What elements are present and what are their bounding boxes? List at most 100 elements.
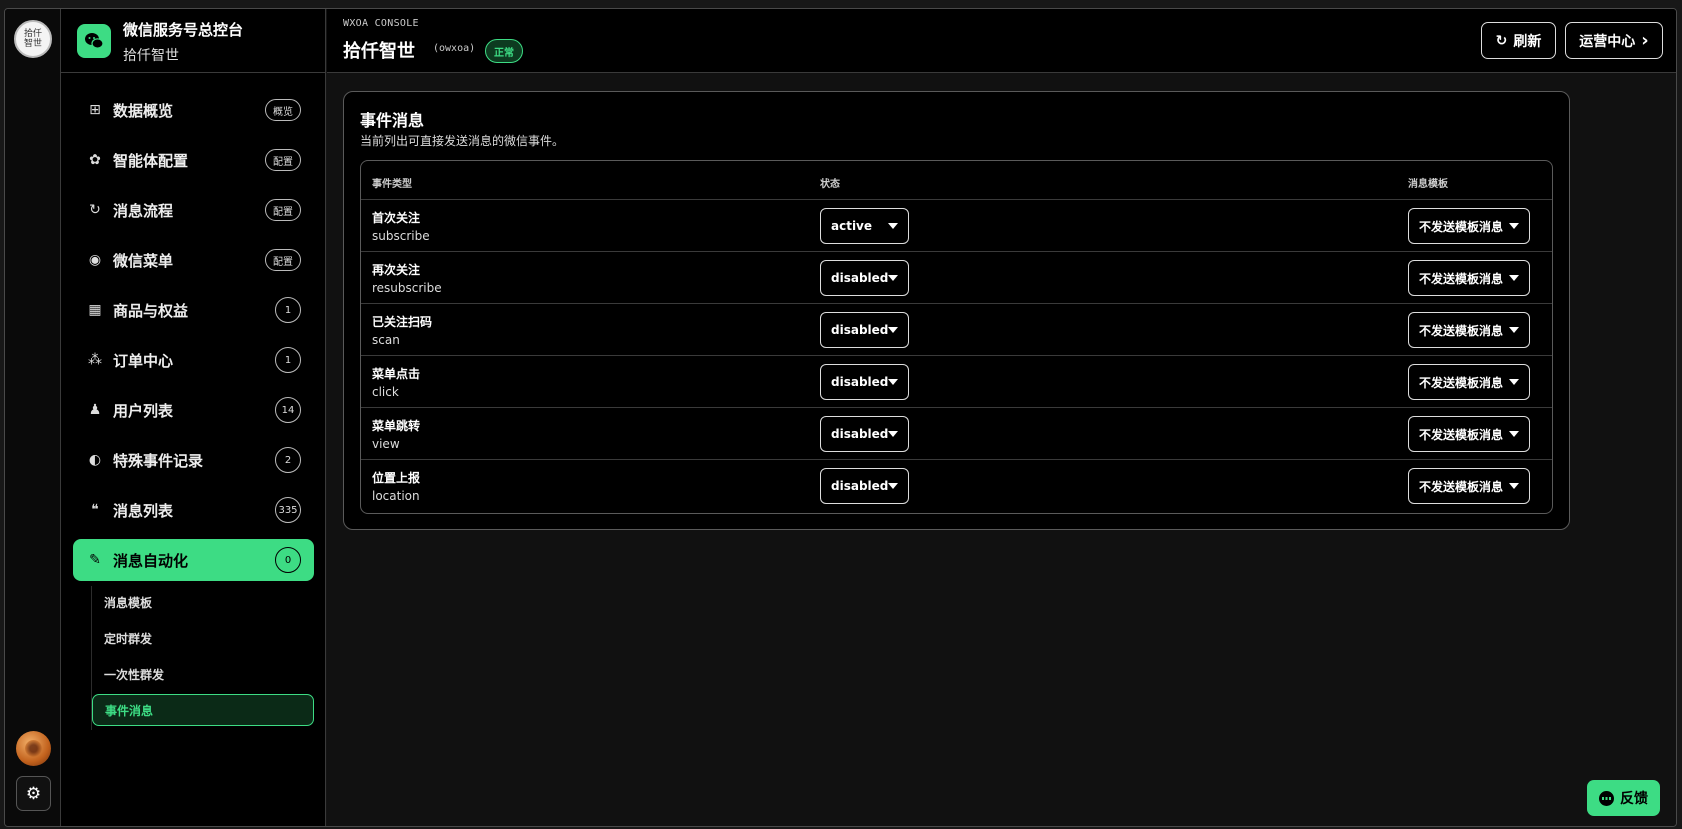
event-code: view	[372, 437, 400, 451]
status-select[interactable]: disabled	[820, 260, 909, 296]
feedback-button[interactable]: 反馈	[1587, 780, 1660, 816]
brand-title: 微信服务号总控台	[123, 21, 244, 39]
avatar[interactable]	[16, 731, 51, 766]
template-select[interactable]: 不发送模板消息	[1408, 468, 1530, 504]
template-select[interactable]: 不发送模板消息	[1408, 208, 1530, 244]
event-name: 再次关注	[372, 263, 421, 277]
template-select[interactable]: 不发送模板消息	[1408, 260, 1530, 296]
sidebar-item-8[interactable]: ❝ 消息列表 335	[73, 489, 314, 531]
sidebar-nav: ⊞ 数据概览 概览 ✿ 智能体配置 配置 ↻ 消息流程 配置 ◉ 微信菜单 配置 ▦ 商品与权益 1 ⁂ 订单中…	[73, 89, 314, 589]
nav-icon: ⁂	[88, 352, 102, 368]
caret-down-icon	[888, 379, 898, 385]
feedback-label: 反馈	[1620, 791, 1648, 807]
caret-down-icon	[888, 483, 898, 489]
status-badge: 正常	[485, 39, 523, 63]
page-title: 拾仟智世	[343, 41, 415, 62]
caret-down-icon	[1509, 483, 1519, 489]
app-window: 拾仟 智世 ⚙ 微信服务号总控台 拾仟智世 ⊞ 数据概览 概览 ✿ 智能体配置 配置 ↻ 消息…	[4, 8, 1677, 827]
template-select[interactable]: 不发送模板消息	[1408, 416, 1530, 452]
card-title: 事件消息	[360, 111, 425, 130]
settings-button[interactable]: ⚙	[16, 776, 51, 811]
sidebar-item-7[interactable]: ◐ 特殊事件记录 2	[73, 439, 314, 481]
template-select[interactable]: 不发送模板消息	[1408, 364, 1530, 400]
org-logo[interactable]: 拾仟 智世	[14, 20, 52, 58]
refresh-button[interactable]: ↻ 刷新	[1481, 22, 1556, 59]
caret-down-icon	[888, 275, 898, 281]
nav-badge: 1	[275, 297, 301, 323]
event-code: subscribe	[372, 229, 430, 243]
org-logo-text: 拾仟 智世	[23, 29, 42, 49]
table-row: 已关注扫码 scan disabled 不发送模板消息	[361, 304, 1552, 356]
status-select[interactable]: active	[820, 208, 909, 244]
ops-center-label: 运营中心	[1579, 33, 1636, 50]
sidebar-item-3[interactable]: ◉ 微信菜单 配置	[73, 239, 314, 281]
status-select[interactable]: disabled	[820, 364, 909, 400]
sidebar-item-label: 商品与权益	[113, 301, 189, 320]
col-status: 状态	[820, 179, 840, 190]
wechat-icon	[77, 24, 111, 58]
sidebar-item-0[interactable]: ⊞ 数据概览 概览	[73, 89, 314, 131]
sidebar-item-6[interactable]: ♟ 用户列表 14	[73, 389, 314, 431]
sidebar-item-4[interactable]: ▦ 商品与权益 1	[73, 289, 314, 331]
sidebar-subnav: 消息模板定时群发一次性群发事件消息	[91, 586, 314, 730]
status-value: disabled	[831, 375, 889, 389]
card-description: 当前列出可直接发送消息的微信事件。	[360, 134, 565, 148]
brand-header: 微信服务号总控台 拾仟智世	[61, 9, 325, 73]
sidebar-item-label: 智能体配置	[113, 151, 189, 170]
caret-down-icon	[888, 327, 898, 333]
template-value: 不发送模板消息	[1419, 219, 1504, 234]
subnav-item-1[interactable]: 定时群发	[92, 622, 314, 654]
sidebar-item-1[interactable]: ✿ 智能体配置 配置	[73, 139, 314, 181]
status-select[interactable]: disabled	[820, 468, 909, 504]
status-select[interactable]: disabled	[820, 312, 909, 348]
chat-icon	[1599, 790, 1614, 806]
nav-badge: 配置	[265, 149, 301, 171]
template-value: 不发送模板消息	[1419, 427, 1504, 442]
status-select[interactable]: disabled	[820, 416, 909, 452]
table-body: 首次关注 subscribe active 不发送模板消息 再次关注 resubscrib…	[361, 200, 1552, 512]
brand-subtitle: 拾仟智世	[123, 48, 179, 64]
event-name: 菜单跳转	[372, 419, 421, 433]
nav-icon: ✎	[89, 552, 101, 568]
caret-down-icon	[888, 431, 898, 437]
nav-badge: 14	[275, 397, 301, 423]
caret-down-icon	[1509, 275, 1519, 281]
template-select[interactable]: 不发送模板消息	[1408, 312, 1530, 348]
caret-down-icon	[1509, 379, 1519, 385]
event-name: 位置上报	[372, 471, 421, 485]
sidebar-item-label: 微信菜单	[113, 251, 174, 270]
caret-down-icon	[1509, 431, 1519, 437]
caret-down-icon	[1509, 223, 1519, 229]
chevron-right-icon: ›	[1641, 30, 1649, 51]
event-code: click	[372, 385, 399, 399]
sidebar-item-label: 消息列表	[113, 501, 174, 520]
subnav-item-0[interactable]: 消息模板	[92, 586, 314, 618]
table-row: 菜单点击 click disabled 不发送模板消息	[361, 356, 1552, 408]
event-code: location	[372, 489, 420, 503]
main-area: WXOA CONSOLE 拾仟智世 (owxoa) 正常 ↻ 刷新 运营中心 ›…	[327, 9, 1676, 826]
template-value: 不发送模板消息	[1419, 375, 1504, 390]
sidebar-item-5[interactable]: ⁂ 订单中心 1	[73, 339, 314, 381]
nav-badge: 2	[275, 447, 301, 473]
event-name: 已关注扫码	[372, 315, 433, 329]
ops-center-button[interactable]: 运营中心 ›	[1565, 22, 1663, 59]
sidebar-item-label: 订单中心	[113, 351, 174, 370]
sidebar-item-2[interactable]: ↻ 消息流程 配置	[73, 189, 314, 231]
event-name: 菜单点击	[372, 367, 421, 381]
sidebar-item-label: 消息流程	[113, 201, 174, 220]
nav-badge: 配置	[265, 249, 301, 271]
event-name: 首次关注	[372, 211, 421, 225]
subnav-item-2[interactable]: 一次性群发	[92, 658, 314, 690]
refresh-label: 刷新	[1513, 33, 1542, 50]
sidebar-item-label: 数据概览	[113, 101, 174, 120]
sidebar-item-label: 消息自动化	[113, 551, 189, 570]
subnav-item-3[interactable]: 事件消息	[92, 694, 314, 726]
nav-icon: ❝	[91, 502, 99, 518]
nav-icon: ⊞	[89, 102, 101, 118]
sidebar-item-9[interactable]: ✎ 消息自动化 0	[73, 539, 314, 581]
nav-icon: ↻	[89, 202, 101, 218]
sidebar-item-label: 用户列表	[113, 401, 174, 420]
nav-badge: 配置	[265, 199, 301, 221]
event-code: resubscribe	[372, 281, 442, 295]
nav-badge: 335	[275, 497, 301, 523]
